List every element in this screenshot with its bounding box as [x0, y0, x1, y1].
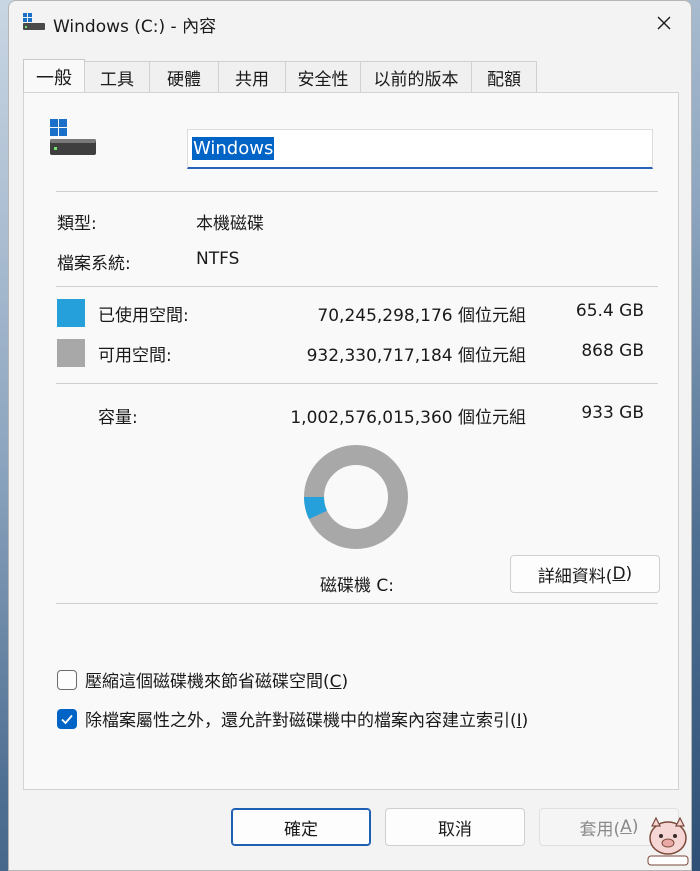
divider	[56, 191, 658, 192]
index-checkbox[interactable]	[57, 708, 77, 729]
free-space-size: 868 GB	[581, 341, 644, 361]
free-space-ring	[304, 445, 408, 549]
close-icon	[657, 16, 671, 30]
tab-hardware[interactable]: 硬體	[149, 61, 219, 93]
index-label: 除檔案屬性之外，還允許對磁碟機中的檔案內容建立索引(I)	[85, 711, 529, 731]
drive-icon	[23, 13, 45, 30]
close-button[interactable]	[649, 9, 679, 37]
used-space-swatch	[57, 299, 85, 327]
details-button-suffix: )	[625, 564, 633, 584]
index-content-option[interactable]: 除檔案屬性之外，還允許對磁碟機中的檔案內容建立索引(I)	[57, 706, 528, 731]
capacity-bytes: 1,002,576,015,360 個位元組	[290, 408, 526, 428]
capacity-size: 933 GB	[581, 403, 644, 423]
tab-strip: 一般 工具 硬體 共用 安全性 以前的版本 配額	[23, 59, 537, 93]
tab-quota[interactable]: 配額	[471, 61, 537, 93]
type-label: 類型:	[57, 214, 97, 234]
free-space-label: 可用空間:	[98, 346, 172, 366]
title-bar: Windows (C:) - 內容	[9, 1, 691, 45]
compress-label: 壓縮這個磁碟機來節省磁碟空間(C)	[85, 672, 349, 692]
used-space-bytes: 70,245,298,176 個位元組	[317, 306, 526, 326]
drive-name-input[interactable]: Windows	[187, 129, 653, 169]
disk-details-button[interactable]: 詳細資料(D)	[510, 555, 660, 593]
filesystem-label: 檔案系統:	[57, 254, 131, 274]
used-space-size: 65.4 GB	[575, 301, 644, 321]
disk-label: 磁碟機 C:	[320, 576, 395, 596]
used-space-label: 已使用空間:	[98, 306, 189, 326]
divider	[56, 286, 658, 287]
ok-button[interactable]: 確定	[231, 808, 371, 846]
tab-tools[interactable]: 工具	[84, 61, 150, 93]
details-button-hotkey: D	[612, 564, 626, 584]
free-space-swatch	[57, 339, 85, 367]
window-title: Windows (C:) - 內容	[53, 17, 217, 37]
properties-dialog: Windows (C:) - 內容 一般 工具 硬體 共用 安全性 以前的版本 …	[8, 0, 692, 871]
divider	[56, 383, 658, 384]
pig-mascot-icon	[647, 816, 689, 866]
compress-checkbox[interactable]	[57, 669, 77, 690]
cancel-button[interactable]: 取消	[385, 808, 525, 846]
tab-general[interactable]: 一般	[23, 59, 85, 93]
tab-previous-versions[interactable]: 以前的版本	[360, 61, 472, 93]
disk-usage-donut	[304, 445, 408, 549]
compress-drive-option[interactable]: 壓縮這個磁碟機來節省磁碟空間(C)	[57, 667, 348, 692]
tab-sharing[interactable]: 共用	[218, 61, 286, 93]
capacity-label: 容量:	[98, 408, 138, 428]
drive-name-selected-text: Windows	[192, 137, 275, 160]
tab-security[interactable]: 安全性	[285, 61, 361, 93]
details-button-label: 詳細資料(	[537, 566, 613, 587]
checkmark-icon	[61, 714, 73, 724]
drive-large-icon	[50, 119, 96, 155]
general-tab-panel: Windows 類型: 本機磁碟 檔案系統: NTFS 已使用空間: 70,24…	[23, 92, 679, 790]
divider	[56, 603, 658, 604]
filesystem-value: NTFS	[196, 249, 240, 269]
free-space-bytes: 932,330,717,184 個位元組	[306, 346, 526, 366]
type-value: 本機磁碟	[196, 214, 264, 234]
